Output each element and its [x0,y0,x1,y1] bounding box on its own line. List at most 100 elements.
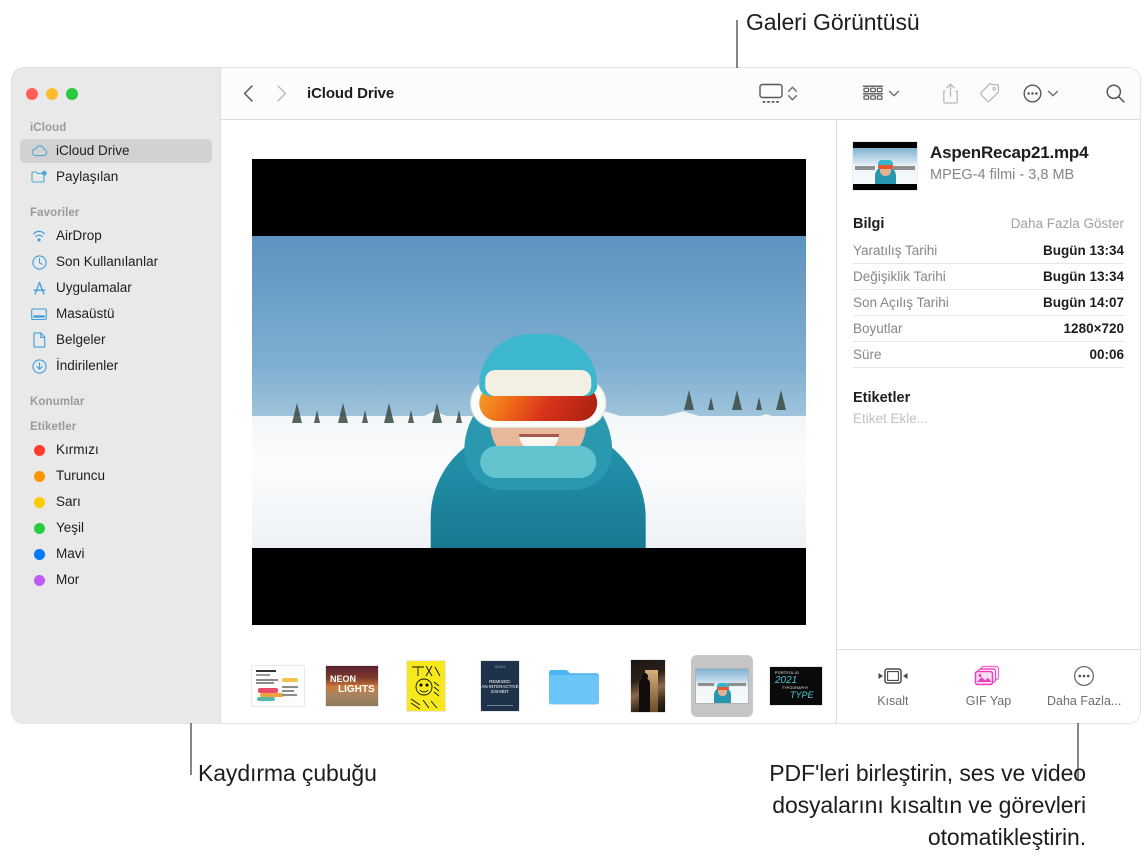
tag-dot-icon [30,546,48,562]
list-item[interactable] [617,655,679,717]
sidebar-item-desktop[interactable]: Masaüstü [20,302,212,326]
info-value: Bugün 14:07 [1042,295,1124,310]
list-item[interactable] [247,655,309,717]
video-preview[interactable] [251,158,806,625]
table-row: Son Açılış Tarihi Bugün 14:07 [853,290,1124,316]
make-gif-action-button[interactable]: GIF Yap [942,665,1034,708]
tags-section: Etiketler Etiket Ekle... [853,390,1124,426]
thumbnail-text: LIGHTS [338,684,375,695]
finder-window: iCloud iCloud Drive Paylaşılan Favoriler [12,68,1140,723]
sidebar-item-tag-red[interactable]: Kırmızı [20,438,212,462]
forward-button[interactable] [276,85,287,102]
minimize-button[interactable] [46,88,58,100]
file-name: AspenRecap21.mp4 [930,143,1089,162]
sidebar-item-documents[interactable]: Belgeler [20,328,212,352]
sidebar-item-airdrop[interactable]: AirDrop [20,224,212,248]
sidebar-item-label: Uygulamalar [56,280,132,295]
info-key: Boyutlar [853,321,903,336]
shared-folder-icon [30,169,48,185]
desktop-icon [30,306,48,322]
table-row: Değişiklik Tarihi Bugün 13:34 [853,264,1124,290]
main-area: iCloud Drive NEON LIGHTS 01X21 REMIXED: … [220,68,1140,723]
sidebar-item-tag-orange[interactable]: Turuncu [20,464,212,488]
list-item[interactable]: 01X21 REMIXED: AN INTERACTIVE EXHIBIT [469,655,531,717]
view-switcher [757,83,800,104]
sidebar-item-label: Kırmızı [56,442,99,457]
tag-dot-icon [30,520,48,536]
sidebar-item-tag-blue[interactable]: Mavi [20,542,212,566]
add-tag-input[interactable]: Etiket Ekle... [853,411,1124,426]
file-meta: MPEG-4 filmi - 3,8 MB [930,167,1075,183]
more-actions-button[interactable] [1022,83,1043,104]
tag-dot-icon [30,442,48,458]
back-button[interactable] [243,85,254,102]
sidebar-item-recents[interactable]: Son Kullanılanlar [20,250,212,274]
sidebar-item-tag-green[interactable]: Yeşil [20,516,212,540]
portfolio-2021-type-thumbnail: PORTFOLIO 2021 TYPOGRAPHY TYPE [770,667,822,705]
sidebar-item-label: AirDrop [56,228,102,243]
sidebar-item-label: Masaüstü [56,306,115,321]
show-more-link[interactable]: Daha Fazla Göster [1011,216,1124,231]
toolbar: iCloud Drive [221,68,1140,120]
zoom-button[interactable] [66,88,78,100]
list-item[interactable] [395,655,457,717]
folder-thumbnail [548,665,600,707]
sidebar-item-shared[interactable]: Paylaşılan [20,165,212,189]
view-options-chevron[interactable] [787,84,798,103]
sidebar-item-label: Turuncu [56,468,106,483]
gallery-view: NEON LIGHTS 01X21 REMIXED: AN INTERACTIV… [221,120,836,723]
table-row: Boyutlar 1280×720 [853,316,1124,342]
screenshot-root: Galeri Görüntüsü Kaydırma çubuğu PDF'ler… [0,0,1144,867]
search-button[interactable] [1105,83,1126,104]
list-item[interactable]: PORTFOLIO 2021 TYPOGRAPHY TYPE [765,655,827,717]
infographic-document-thumbnail [252,666,304,706]
sidebar-item-tag-yellow[interactable]: Sarı [20,490,212,514]
video-frame [251,235,806,548]
list-item[interactable] [691,655,753,717]
window-controls [12,82,220,102]
tags-title: Etiketler [853,390,911,406]
list-item[interactable]: NEON LIGHTS [321,655,383,717]
sidebar-item-label: Mor [56,572,80,587]
navigation-arrows [243,85,287,102]
sidebar-item-tag-purple[interactable]: Mor [20,568,212,592]
thumbnail-text: 01X21 [494,665,506,669]
tags-button[interactable] [979,83,1000,104]
file-title-block: AspenRecap21.mp4 MPEG-4 filmi - 3,8 MB [930,142,1089,185]
group-by-chevron[interactable] [888,89,900,98]
thumbnail-text: TYPE [790,690,814,700]
close-button[interactable] [26,88,38,100]
document-icon [30,332,48,348]
info-key: Son Açılış Tarihi [853,295,949,310]
list-item[interactable] [543,655,605,717]
tag-dot-icon [30,494,48,510]
filmstrip-scrollbar[interactable]: NEON LIGHTS 01X21 REMIXED: AN INTERACTIV… [221,649,836,723]
more-actions-chevron[interactable] [1047,89,1059,98]
sidebar-item-icloud-drive[interactable]: iCloud Drive [20,139,212,163]
gallery-view-button[interactable] [759,83,783,104]
inspector-panel: AspenRecap21.mp4 MPEG-4 filmi - 3,8 MB B… [836,120,1140,723]
sidebar-section-favorites: Favoriler [30,207,80,219]
trim-action-button[interactable]: Kısalt [847,665,939,708]
sidebar-item-applications[interactable]: Uygulamalar [20,276,212,300]
info-value: 1280×720 [1063,321,1124,336]
share-button[interactable] [942,83,959,104]
info-value: Bugün 13:34 [1042,269,1124,284]
sidebar-section-tags: Etiketler [30,421,77,433]
thumbnail-text: 2021 [775,675,798,686]
callout-scrollbar-label: Kaydırma çubuğu [198,760,377,786]
thank-you-yellow-poster-thumbnail [407,661,445,711]
aspen-recap-video-thumbnail [696,669,748,703]
sidebar: iCloud iCloud Drive Paylaşılan Favoriler [12,68,220,723]
info-section-header: Bilgi Daha Fazla Göster [853,216,1124,232]
group-by-button[interactable] [862,84,884,103]
quick-action-label: Kısalt [877,694,909,708]
more-action-button[interactable]: Daha Fazla... [1038,665,1130,708]
table-row: Süre 00:06 [853,342,1124,368]
thumbnail-text: EXHIBIT [491,689,509,694]
sidebar-item-downloads[interactable]: İndirilenler [20,354,212,378]
airdrop-icon [30,228,48,244]
neon-lights-poster-thumbnail: NEON LIGHTS [326,666,378,706]
file-thumbnail [853,142,917,190]
info-key: Süre [853,347,882,362]
